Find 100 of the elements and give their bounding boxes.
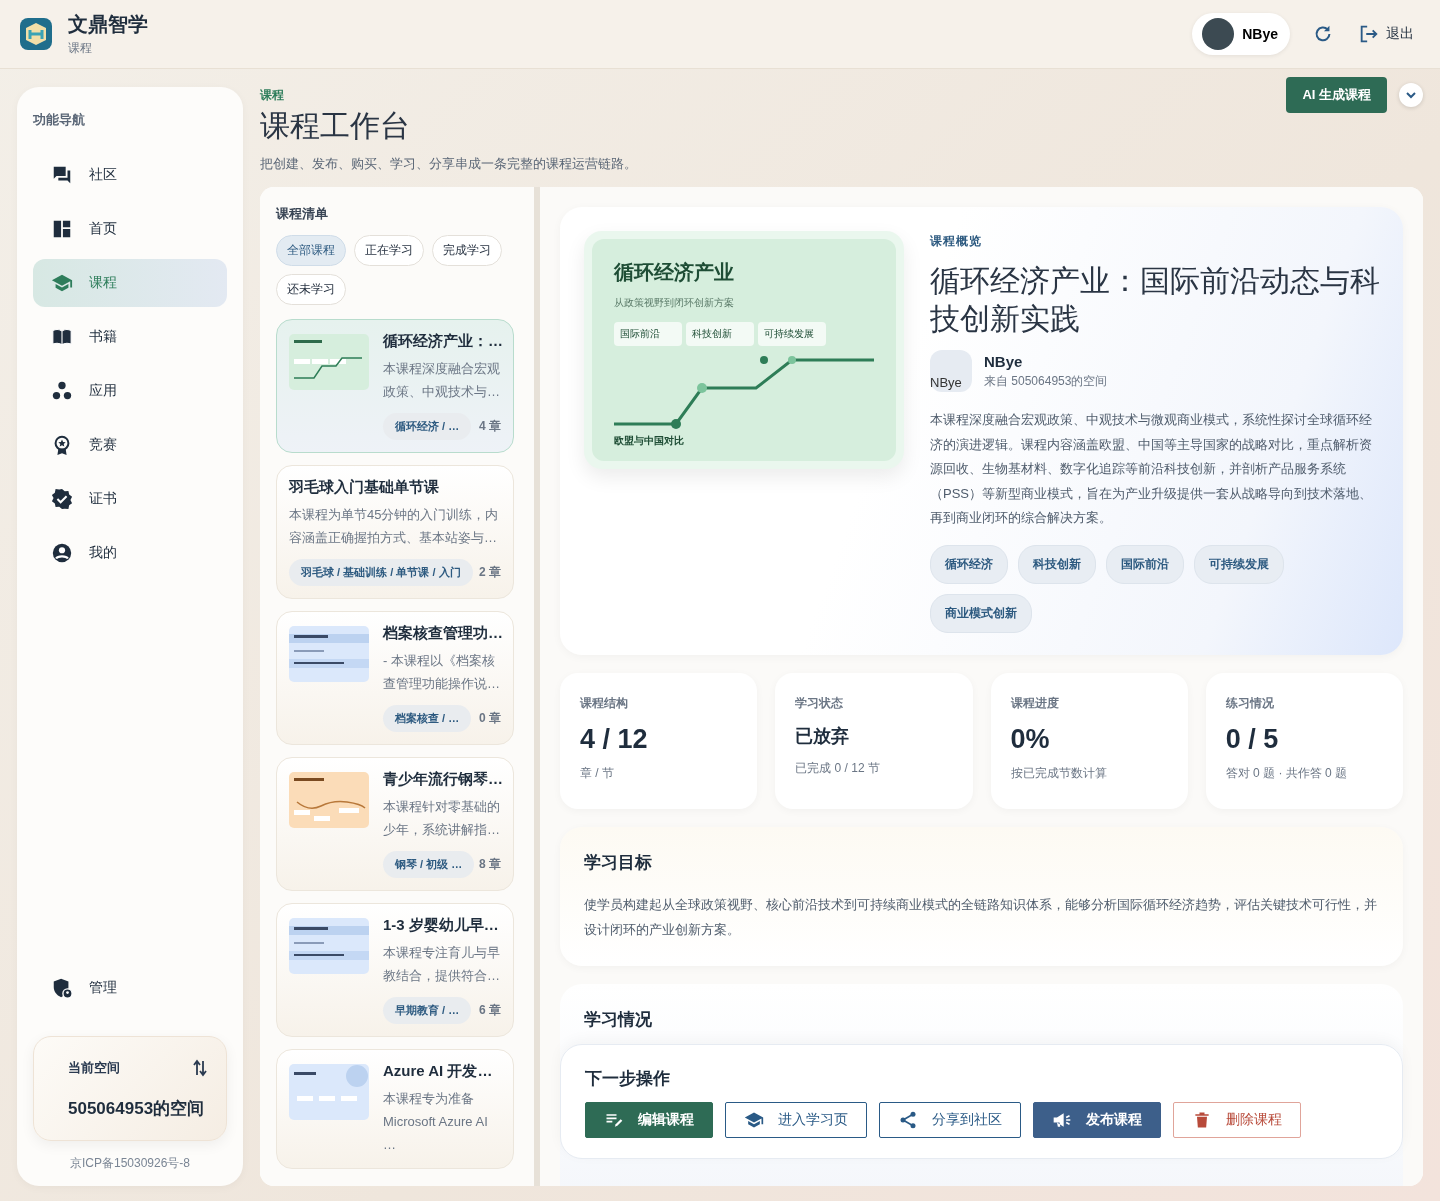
app-logo [20,18,52,50]
course-tag: 循环经济 / … [383,413,472,440]
nav-item[interactable]: 社区 [33,151,227,199]
stat-note: 答对 0 题 · 共作答 0 题 [1225,764,1349,782]
nav-item[interactable]: 管理 [33,964,227,1012]
filter-chip[interactable]: 正在学习 [354,235,424,266]
course-description: 本课程为单节45分钟的入门训练，内容涵盖正确握拍方式、基本站姿与… [289,506,500,547]
sidebar-title: 功能导航 [33,111,86,129]
stat-value: 已放弃 [795,724,851,748]
verified-badge-icon [51,488,73,510]
action-button[interactable]: 发布课程 [1033,1102,1161,1138]
account-icon [51,542,73,564]
cover-subtitle: 从政策视野到闭环创新方案 [614,296,735,310]
course-card[interactable]: Azure AI 开发… 本课程专为准备 Microsoft Azure AI … [276,1049,514,1169]
cover-label: 科技创新 [686,322,754,346]
dashboard-icon [51,218,73,240]
course-tag: 档案核查 / … [383,705,472,732]
chevron-down-icon [1405,89,1417,101]
cover-title: 循环经济产业 [614,260,735,285]
course-card[interactable]: 1-3 岁婴幼儿早… 本课程专注育儿与早教结合，提供符合… 早期教育 / … 6 章 [276,903,514,1037]
stat-note: 已完成 0 / 12 节 [795,759,881,777]
action-button[interactable]: 分享到社区 [879,1102,1021,1138]
overview-eyebrow: 课程概览 [930,233,983,250]
action-button[interactable]: 编辑课程 [585,1102,713,1138]
expand-button[interactable] [1399,83,1423,107]
chapter-count: 8 章 [479,856,501,873]
trash-icon [1192,1110,1212,1130]
data-point [671,419,681,429]
data-point [697,383,707,393]
stat-value: 4 / 12 [580,723,649,755]
graduation-cap-icon [51,272,73,294]
data-point [788,356,796,364]
swap-arrows-icon [192,1059,208,1077]
action-button[interactable]: 进入学习页 [725,1102,867,1138]
course-description: 本课程深度融合宏观政策、中观技术与微观商业模式，系统性探讨全球循环经济的演进逻辑。课程内容涵盖欧盟、中国等主导国家的战略对比，重点解析资源回收、生物基材料、数字化追踪等前沿科技创新，并剖析产品服务系统（PSS）等新型商业模式，旨在为产业升级提供一套从战略导向到技术落地、再到商业闭环的综合解决方案。 [930,411,1373,527]
course-title: 档案核查管理功… [383,624,501,643]
course-description: - 本课程以《档案核查管理功能操作说… [383,652,501,693]
course-card[interactable]: 循环经济产业：… 本课程深度融合宏观政策、中观技术与… 循环经济 / … 4 章 [276,319,514,453]
nav-item[interactable]: 首页 [33,205,227,253]
nav-item[interactable]: 竞赛 [33,421,227,469]
stat-value: 0% [1010,723,1051,755]
page-eyebrow: 课程 [260,87,285,104]
logout-button[interactable]: 退出 [1352,22,1420,46]
topic-tag: 可持续发展 [1194,544,1284,584]
topic-tag: 循环经济 [930,544,1008,584]
stat-label: 学习状态 [795,694,845,712]
switch-space-button[interactable] [192,1059,208,1077]
course-title: 羽毛球入门基础单节课 [289,478,440,497]
course-description: 本课程深度融合宏观政策、中观技术与… [383,360,501,401]
megaphone-icon [1052,1110,1072,1130]
course-title: 1-3 岁婴幼儿早… [383,916,500,935]
page-subtitle: 把创建、发布、购买、学习、分享串成一条完整的课程运营链路。 [260,155,638,173]
course-tag: 羽毛球 / 基础训练 / 单节课 / 入门 [289,559,473,586]
nav-item[interactable]: 应用 [33,367,227,415]
ai-generate-button[interactable]: AI 生成课程 [1286,77,1387,113]
course-tag: 钢琴 / 初级 … [383,851,475,878]
chapter-count: 0 章 [479,710,501,727]
filter-chip[interactable]: 完成学习 [432,235,502,266]
page-title: 课程工作台 [260,108,411,144]
section-title: 下一步操作 [585,1068,671,1090]
chapter-count: 4 章 [479,418,501,435]
course-title: 循环经济产业：国际前沿动态与科技创新实践 [930,263,1381,337]
user-menu[interactable]: NBye [1192,13,1290,55]
course-card[interactable]: 羽毛球入门基础单节课 本课程为单节45分钟的入门训练，内容涵盖正确握拍方式、基本站姿与… 羽毛球 / 基础训练 / 单节课 / 入门 2 章 [276,465,514,599]
nav-item[interactable]: 书籍 [33,313,227,361]
logout-icon [1358,23,1380,45]
author-avatar: NBye [930,350,972,392]
app-subtitle: 课程 [68,40,93,57]
nav-item[interactable]: 我的 [33,529,227,577]
filter-chip[interactable]: 还未学习 [276,274,346,305]
admin-shield-icon [51,977,73,999]
author-source: 来自 505064953的空间 [984,372,1108,390]
icp-license: 京ICP备15030926号-8 [68,1155,192,1172]
space-name: 505064953的空间 [68,1098,206,1120]
avatar-photo-placeholder [1202,18,1235,50]
course-title: 循环经济产业：… [383,332,501,351]
stat-note: 章 / 节 [580,764,615,782]
nav-item[interactable]: 课程 [33,259,227,307]
nav-item[interactable]: 证书 [33,475,227,523]
stat-value: 0 / 5 [1225,723,1280,755]
space-label: 当前空间 [68,1059,120,1077]
section-title: 学习情况 [584,1008,653,1031]
filter-chip[interactable]: 全部课程 [276,235,346,266]
topic-tag: 国际前沿 [1106,544,1184,584]
list-title: 课程清单 [276,205,329,223]
course-description: 本课程专为准备 Microsoft Azure AI … [383,1090,489,1154]
app-name: 文鼎智学 [68,12,148,37]
course-description: 本课程专注育儿与早教结合，提供符合… [383,944,501,985]
course-description: 本课程针对零基础的少年，系统讲解指… [383,798,501,839]
course-card[interactable]: 档案核查管理功… - 本课程以《档案核查管理功能操作说… 档案核查 / … 0 章 [276,611,514,745]
cover-label: 国际前沿 [614,322,682,346]
stat-note: 按已完成节数计算 [1010,764,1108,782]
stat-label: 练习情况 [1225,694,1275,712]
action-button[interactable]: 删除课程 [1173,1102,1301,1138]
graduation-cap-icon [744,1110,764,1130]
course-title: Azure AI 开发… [383,1062,494,1081]
course-tag: 早期教育 / … [383,997,472,1024]
stat-label: 课程进度 [1010,694,1060,712]
course-card[interactable]: 青少年流行钢琴… 本课程针对零基础的少年，系统讲解指… 钢琴 / 初级 … 8 章 [276,757,514,891]
cover-caption: 欧盟与中国对比 [614,434,685,448]
